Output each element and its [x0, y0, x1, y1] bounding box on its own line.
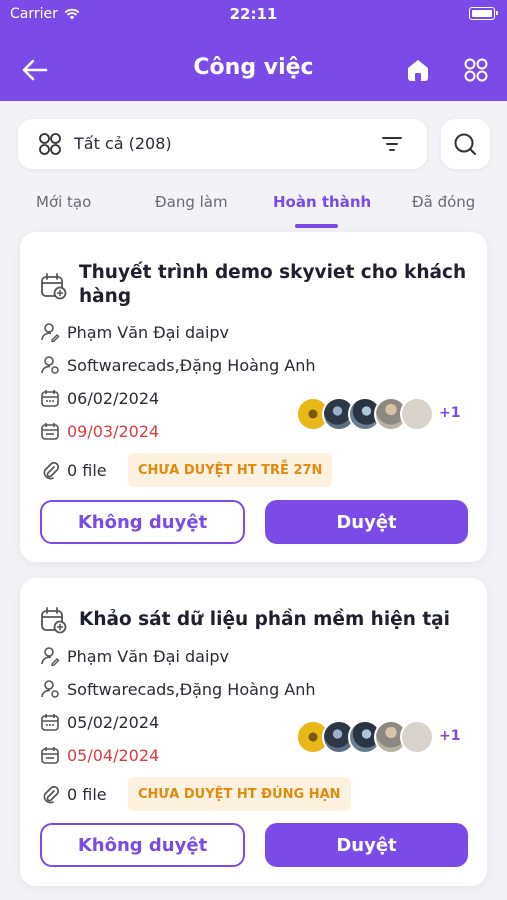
- paperclip-icon: [43, 785, 60, 804]
- start-date-row: 05/02/2024: [40, 710, 159, 734]
- creator-name: Phạm Văn Đại daipv: [67, 322, 230, 342]
- assignee-names: Softwarecads,Đặng Hoàng Anh: [67, 679, 316, 699]
- approve-button[interactable]: Duyệt: [265, 823, 468, 867]
- status-tabs: Mới tạo Đang làm Hoàn thành Đã đóng: [0, 183, 507, 229]
- tab-closed[interactable]: Đã đóng: [412, 193, 475, 211]
- active-tab-indicator: [295, 224, 338, 228]
- files-row: 0 file: [40, 458, 107, 482]
- status-bar: Carrier 22:11: [0, 0, 507, 28]
- assignee-row: Softwarecads,Đặng Hoàng Anh: [40, 353, 316, 377]
- start-date: 06/02/2024: [67, 388, 160, 408]
- files-row: 0 file: [40, 782, 107, 806]
- creator-row: Phạm Văn Đại daipv: [40, 320, 229, 344]
- home-icon[interactable]: [404, 56, 432, 84]
- approve-button[interactable]: Duyệt: [265, 500, 468, 544]
- creator-row: Phạm Văn Đại daipv: [40, 644, 229, 668]
- extra-members-count: +1: [439, 405, 461, 421]
- calendar-icon: [41, 390, 59, 407]
- search-icon: [454, 133, 476, 155]
- calendar-add-icon: [41, 607, 67, 634]
- start-date: 05/02/2024: [67, 712, 160, 732]
- user-gear-icon: [41, 680, 59, 698]
- category-grid-icon: [39, 133, 61, 155]
- user-edit-icon: [41, 323, 60, 342]
- status-time: 22:11: [229, 5, 278, 23]
- sort-filter-icon[interactable]: [381, 134, 403, 154]
- due-date-row: 09/03/2024: [40, 419, 159, 443]
- tab-in-progress[interactable]: Đang làm: [155, 193, 228, 211]
- file-count: 0 file: [67, 460, 107, 480]
- calendar-icon: [41, 714, 59, 731]
- calendar-due-icon: [41, 423, 59, 440]
- due-date: 09/03/2024: [67, 421, 160, 441]
- battery-icon: [469, 7, 498, 20]
- user-gear-icon: [41, 356, 59, 374]
- calendar-due-icon: [41, 747, 59, 764]
- app-header: Carrier 22:11 Công việc: [0, 0, 507, 101]
- tab-new[interactable]: Mới tạo: [36, 193, 91, 211]
- paperclip-icon: [43, 461, 60, 480]
- member-avatars[interactable]: +1: [296, 397, 476, 431]
- avatar: [400, 720, 434, 754]
- reject-button[interactable]: Không duyệt: [40, 823, 245, 867]
- member-avatars[interactable]: +1: [296, 720, 476, 754]
- reject-button[interactable]: Không duyệt: [40, 500, 245, 544]
- task-title: Thuyết trình demo skyviet cho khách hàng: [79, 262, 467, 307]
- creator-name: Phạm Văn Đại daipv: [67, 646, 230, 666]
- start-date-row: 06/02/2024: [40, 386, 159, 410]
- assignee-row: Softwarecads,Đặng Hoàng Anh: [40, 677, 316, 701]
- filter-label: Tất cả (208): [74, 134, 172, 153]
- due-date: 05/04/2024: [67, 745, 160, 765]
- user-edit-icon: [41, 647, 60, 666]
- file-count: 0 file: [67, 784, 107, 804]
- task-title: Khảo sát dữ liệu phần mềm hiện tại: [79, 609, 451, 630]
- task-card[interactable]: Thuyết trình demo skyviet cho khách hàng…: [20, 232, 487, 562]
- extra-members-count: +1: [439, 728, 461, 744]
- task-card[interactable]: Khảo sát dữ liệu phần mềm hiện tại Phạm …: [20, 578, 487, 886]
- assignee-names: Softwarecads,Đặng Hoàng Anh: [67, 355, 316, 375]
- status-badge: CHƯA DUYỆT HT ĐÚNG HẠN: [128, 777, 351, 811]
- filter-dropdown[interactable]: Tất cả (208): [18, 119, 427, 169]
- status-badge: CHƯA DUYỆT HT TRỄ 27N: [128, 453, 333, 487]
- search-button[interactable]: [441, 119, 490, 169]
- due-date-row: 05/04/2024: [40, 743, 159, 767]
- apps-grid-icon[interactable]: [462, 56, 490, 84]
- calendar-add-icon: [41, 273, 67, 300]
- tab-completed[interactable]: Hoàn thành: [273, 193, 371, 211]
- avatar: [400, 397, 434, 431]
